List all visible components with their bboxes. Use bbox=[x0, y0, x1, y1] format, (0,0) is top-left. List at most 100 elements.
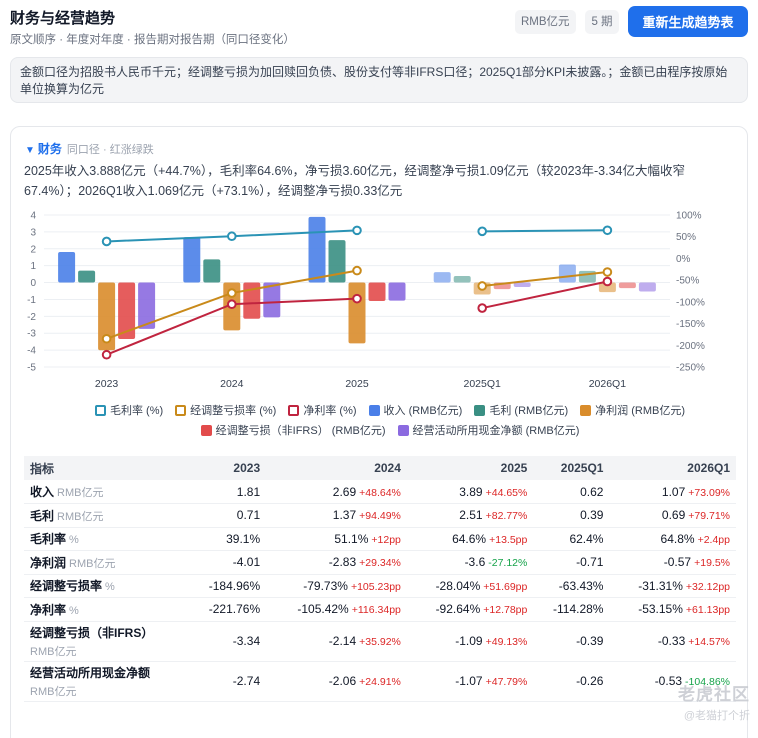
legend-swatch-icon bbox=[288, 404, 300, 416]
unit-chip[interactable]: RMB亿元 bbox=[515, 10, 576, 34]
legend-item[interactable]: 净利率 (%) bbox=[288, 402, 357, 418]
legend-swatch-icon bbox=[95, 404, 106, 416]
cell-value: -0.57 bbox=[663, 555, 692, 570]
bar-mark bbox=[638, 282, 656, 292]
row-label-cell: 毛利 RMB亿元 bbox=[24, 503, 189, 528]
notice-box: 金额口径为招股书人民币千元；经调整亏损为加回赎回负债、股份支付等非IFRS口径；… bbox=[10, 57, 748, 103]
table-header-period: 2023 bbox=[188, 456, 267, 480]
line-point bbox=[477, 226, 488, 237]
value-cell: -31.31% +32.12pp bbox=[609, 574, 736, 598]
row-label: 毛利 bbox=[30, 508, 55, 523]
cell-value: -3.6 bbox=[464, 555, 486, 570]
value-cell: -105.42% +116.34pp bbox=[266, 597, 407, 622]
legend-item[interactable]: 收入 (RMB亿元) bbox=[368, 402, 463, 418]
chart-legend: 毛利率 (%) 经调整亏损率 (%) 净利率 (%) 收入 (RMB亿元) 毛利 (RM… bbox=[70, 400, 710, 440]
value-cell: 0.39 bbox=[533, 503, 610, 528]
cell-value: -31.31% bbox=[638, 578, 683, 593]
bar-mark bbox=[513, 282, 531, 287]
value-cell: -2.83 +29.34% bbox=[266, 550, 407, 575]
value-cell: 64.6% +13.5pp bbox=[406, 527, 534, 551]
cell-value: -0.71 bbox=[576, 555, 604, 570]
value-cell: 1.81 bbox=[188, 480, 267, 504]
regenerate-trend-button[interactable]: 重新生成趋势表 bbox=[628, 6, 748, 37]
legend-item[interactable]: 经营活动所用现金净额 (RMB亿元) bbox=[397, 422, 579, 438]
left-axis-tick-label: 4 bbox=[30, 211, 36, 222]
metrics-table-wrap: 指标 2023 2024 2025 2025Q1 2026Q1 收入 RMB亿元 1.81 2.… bbox=[24, 456, 736, 702]
line-point bbox=[352, 225, 362, 236]
legend-item[interactable]: 经调整亏损（非IFRS） (RMB亿元) bbox=[200, 422, 386, 438]
line-point bbox=[227, 299, 237, 310]
value-cell: -1.09 +49.13% bbox=[406, 621, 534, 662]
row-unit: RMB亿元 bbox=[57, 487, 104, 499]
value-cell: -0.39 bbox=[533, 621, 610, 662]
left-axis-tick-label: 3 bbox=[30, 227, 36, 238]
table-header-metric: 指标 bbox=[24, 456, 189, 480]
row-label-cell: 经调整亏损率% bbox=[24, 574, 189, 598]
value-cell: -28.04% +51.69pp bbox=[406, 574, 534, 598]
left-axis-tick-label: 2 bbox=[30, 244, 36, 255]
value-cell: -184.96% bbox=[188, 574, 267, 598]
row-label-cell: 净利率% bbox=[24, 597, 189, 622]
row-label-cell: 经调整亏损（非IFRS） RMB亿元 bbox=[24, 621, 189, 662]
collapse-caret-icon[interactable]: ▼ bbox=[25, 145, 35, 156]
value-cell: -0.57 +19.5% bbox=[609, 550, 736, 575]
cell-value: -2.83 bbox=[328, 555, 357, 570]
legend-label: 收入 (RMB亿元) bbox=[383, 405, 463, 417]
x-axis-tick-label: 2023 bbox=[95, 378, 119, 390]
line-point bbox=[477, 303, 488, 313]
value-cell: -0.33 +14.57% bbox=[609, 621, 736, 662]
table-row: 净利率% -221.76% -105.42% +116.34pp -92.64% +12.… bbox=[24, 597, 736, 622]
x-axis-tick-label: 2025 bbox=[345, 378, 369, 390]
row-unit: RMB亿元 bbox=[69, 557, 116, 570]
cell-value: -0.39 bbox=[576, 634, 604, 648]
change-value: +79.71% bbox=[688, 510, 730, 523]
change-value: +61.13pp bbox=[685, 604, 730, 617]
cell-value: 39.1% bbox=[226, 531, 261, 546]
legend-row: 经调整亏损（非IFRS） (RMB亿元) 经营活动所用现金净额 (RMB亿元) bbox=[70, 420, 710, 440]
line-point bbox=[227, 288, 237, 298]
row-label-cell: 净利润 RMB亿元 bbox=[24, 550, 189, 575]
cell-value: 0.71 bbox=[236, 508, 261, 523]
change-value: +73.09% bbox=[688, 486, 730, 499]
value-cell: -2.14 +35.92% bbox=[266, 621, 407, 662]
row-label: 收入 bbox=[30, 485, 55, 499]
metrics-table: 指标 2023 2024 2025 2025Q1 2026Q1 收入 RMB亿元 1.81 2.… bbox=[24, 456, 736, 702]
value-cell: 0.69 +79.71% bbox=[609, 503, 736, 528]
change-value: +32.12pp bbox=[685, 580, 730, 593]
series-line bbox=[482, 229, 608, 233]
cell-value: -184.96% bbox=[208, 578, 261, 593]
change-value: +116.34pp bbox=[351, 604, 401, 617]
legend-label: 毛利率 (%) bbox=[110, 405, 164, 417]
cell-value: -2.74 bbox=[232, 674, 261, 688]
period-chip[interactable]: 5 期 bbox=[585, 10, 619, 34]
change-value: +2.4pp bbox=[697, 533, 730, 546]
right-axis-tick-label: -200% bbox=[676, 341, 705, 352]
legend-item[interactable]: 净利润 (RMB亿元) bbox=[580, 402, 685, 418]
line-point bbox=[101, 333, 112, 344]
cell-value: -28.04% bbox=[435, 578, 481, 593]
change-value: +44.65% bbox=[485, 486, 528, 499]
value-cell: 3.89 +44.65% bbox=[406, 480, 534, 504]
value-cell: 2.69 +48.64% bbox=[266, 480, 407, 504]
card-header[interactable]: ▼ 财务 同口径 · 红涨绿跌 bbox=[25, 140, 154, 157]
cell-value: 62.4% bbox=[569, 531, 604, 546]
legend-item[interactable]: 经调整亏损率 (%) bbox=[175, 402, 276, 418]
left-axis-tick-label: -1 bbox=[27, 295, 36, 306]
legend-label: 净利率 (%) bbox=[303, 405, 357, 417]
row-unit: % bbox=[69, 604, 79, 617]
value-cell: -3.6 -27.12% bbox=[406, 550, 534, 575]
legend-swatch-icon bbox=[397, 424, 409, 436]
legend-item[interactable]: 毛利 (RMB亿元) bbox=[474, 402, 568, 418]
row-unit: % bbox=[105, 581, 115, 594]
bar-mark bbox=[183, 237, 201, 283]
legend-swatch-icon bbox=[175, 404, 187, 416]
cell-value: 1.37 bbox=[332, 508, 357, 523]
left-axis-tick-label: -4 bbox=[27, 346, 36, 357]
legend-item[interactable]: 毛利率 (%) bbox=[95, 402, 163, 418]
cell-value: 1.81 bbox=[236, 484, 261, 499]
card-hint: 同口径 · 红涨绿跌 bbox=[66, 144, 154, 156]
right-axis-tick-label: 50% bbox=[676, 232, 696, 243]
cell-value: -4.01 bbox=[232, 555, 261, 570]
cell-value: -1.07 bbox=[455, 674, 483, 688]
value-cell: -2.74 bbox=[188, 661, 267, 702]
